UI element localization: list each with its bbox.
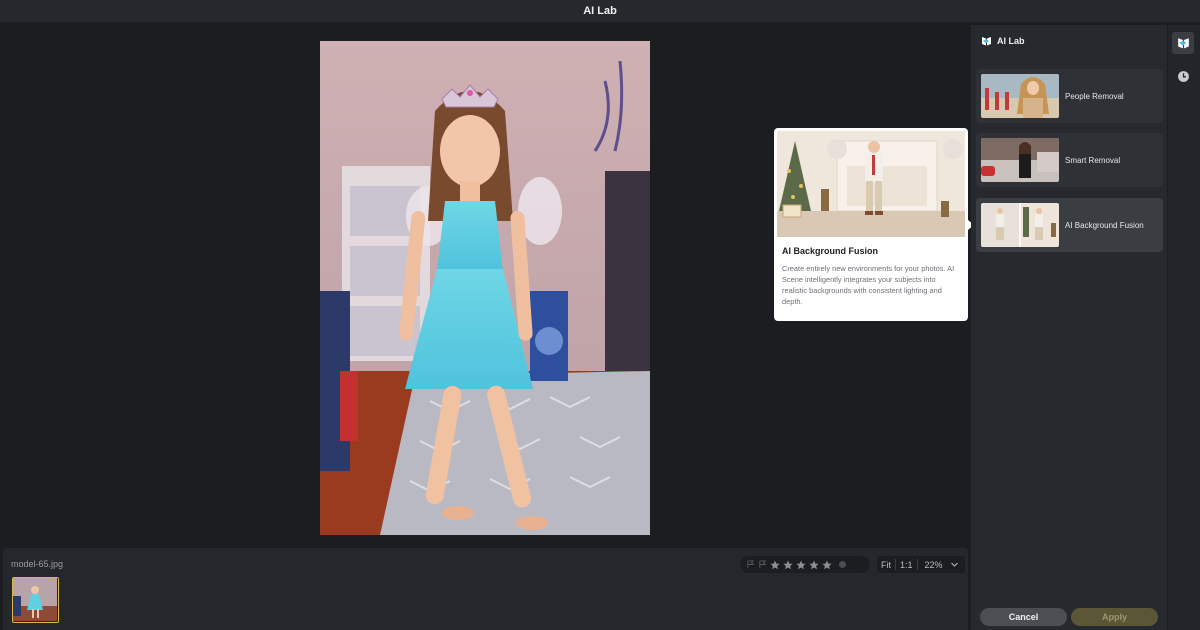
chevron-down-icon[interactable] — [950, 560, 959, 569]
main-photo — [320, 41, 650, 535]
tool-label: Smart Removal — [1065, 155, 1121, 165]
cancel-button[interactable]: Cancel — [980, 608, 1067, 626]
reject-flag-icon[interactable] — [758, 560, 767, 569]
tool-card-ai-background-fusion[interactable]: AI Background Fusion — [976, 198, 1163, 252]
tool-label: AI Background Fusion — [1065, 220, 1144, 230]
file-name: model-65.jpg — [11, 559, 64, 569]
tool-card-smart-removal[interactable]: Smart Removal — [976, 133, 1163, 187]
ai-lab-panel: AI Lab People Removal Smart Removal AI B… — [971, 25, 1167, 630]
title-bar: AI Lab — [0, 0, 1200, 22]
color-label-dot[interactable] — [839, 561, 846, 568]
popover-description: Create entirely new environments for you… — [782, 264, 955, 306]
flag-icon[interactable] — [746, 560, 755, 569]
filmstrip: model-65.jpg Fit 1:1 22% — [3, 548, 968, 630]
history-clock-icon — [1177, 70, 1189, 82]
tool-card-people-removal[interactable]: People Removal — [976, 69, 1163, 123]
star-icon[interactable] — [809, 560, 819, 570]
history-rail-button[interactable] — [1172, 65, 1194, 87]
star-icon[interactable] — [770, 560, 780, 570]
rating-control — [740, 556, 870, 573]
tool-label: People Removal — [1065, 91, 1124, 101]
apply-button[interactable]: Apply — [1071, 608, 1158, 626]
ai-lab-logo-icon — [1177, 38, 1189, 49]
popover-preview-image — [777, 131, 965, 237]
zoom-control: Fit 1:1 22% — [877, 556, 965, 573]
star-icon[interactable] — [783, 560, 793, 570]
ai-lab-logo-icon — [982, 37, 991, 46]
panel-header: AI Lab — [981, 36, 1025, 46]
star-icon[interactable] — [822, 560, 832, 570]
filmstrip-thumbnail[interactable] — [12, 577, 59, 623]
zoom-one-to-one-button[interactable]: 1:1 — [896, 560, 917, 570]
right-tool-rail — [1168, 25, 1200, 630]
popover-title: AI Background Fusion — [782, 246, 879, 256]
star-icon[interactable] — [796, 560, 806, 570]
tool-thumbnail — [981, 74, 1059, 118]
zoom-level[interactable]: 22% — [918, 560, 947, 570]
window-title: AI Lab — [583, 5, 617, 17]
feature-preview-popover: AI Background Fusion Create entirely new… — [774, 128, 974, 321]
tool-thumbnail — [981, 203, 1059, 247]
zoom-fit-button[interactable]: Fit — [877, 560, 895, 570]
ai-lab-rail-button[interactable] — [1172, 32, 1194, 54]
panel-title: AI Lab — [997, 36, 1025, 46]
tool-thumbnail — [981, 138, 1059, 182]
